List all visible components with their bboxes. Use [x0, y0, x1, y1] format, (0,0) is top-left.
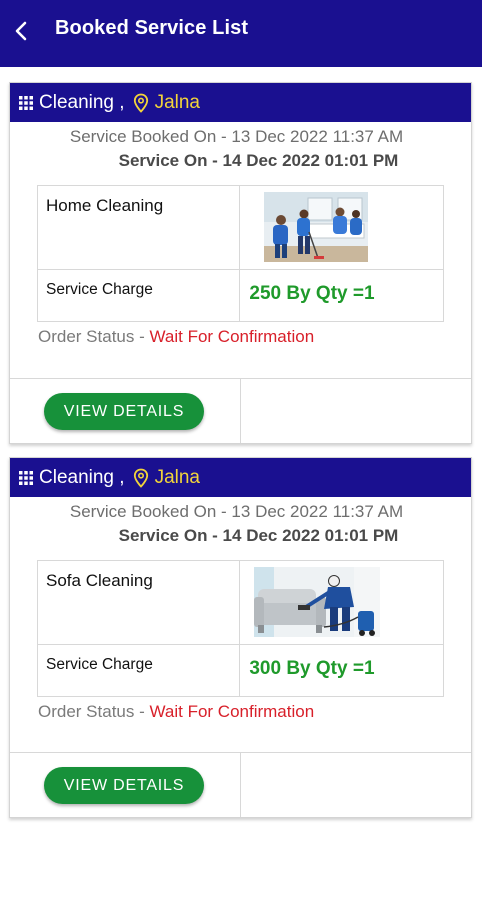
card-footer: VIEW DETAILS	[10, 378, 471, 443]
location-pin-icon	[133, 93, 149, 113]
card-footer: VIEW DETAILS	[10, 752, 471, 817]
service-city: Jalna	[154, 466, 200, 488]
service-category: Cleaning ,	[39, 466, 125, 488]
service-city: Jalna	[154, 91, 200, 113]
order-status-label: Order Status -	[38, 702, 150, 721]
service-name: Sofa Cleaning	[36, 560, 241, 645]
service-name: Home Cleaning	[36, 185, 241, 270]
service-on-text: Service On - 14 Dec 2022 01:01 PM	[118, 151, 399, 170]
booked-on-text: Service Booked On - 13 Dec 2022 11:37 AM	[69, 502, 404, 521]
view-details-button[interactable]: VIEW DETAILS	[44, 767, 204, 804]
service-image-cell	[239, 560, 444, 645]
service-on-text: Service On - 14 Dec 2022 01:01 PM	[118, 526, 399, 545]
card-footer-left: VIEW DETAILS	[10, 379, 241, 443]
order-status-label: Order Status -	[38, 327, 150, 346]
view-details-button[interactable]: VIEW DETAILS	[44, 393, 204, 430]
card-header: Cleaning , Jalna	[10, 458, 471, 497]
service-charge-label: Service Charge	[36, 644, 241, 697]
grid-icon	[18, 470, 34, 486]
booked-on-text: Service Booked On - 13 Dec 2022 11:37 AM	[69, 127, 404, 146]
booking-card: Cleaning , Jalna Service Booked On - 13 …	[9, 82, 472, 444]
service-info-table: Sofa Cleaning Service Charge 300 By Qty …	[36, 560, 444, 697]
order-status: Order Status - Wait For Confirmation	[38, 702, 471, 724]
booking-card: Cleaning , Jalna Service Booked On - 13 …	[9, 457, 472, 818]
order-status-value: Wait For Confirmation	[149, 327, 315, 346]
card-footer-left: VIEW DETAILS	[10, 753, 241, 817]
order-status-value: Wait For Confirmation	[149, 702, 315, 721]
service-info-table: Home Cleaning Service Charge 250 By Qty …	[36, 185, 444, 322]
home-cleaning-image	[264, 192, 369, 262]
service-image-cell	[239, 185, 444, 270]
grid-icon	[18, 95, 34, 111]
service-charge-value: 250 By Qty =1	[239, 269, 444, 322]
location-pin-icon	[133, 468, 149, 488]
page-title: Booked Service List	[55, 17, 249, 39]
app-bar: Booked Service List	[0, 0, 482, 67]
service-category: Cleaning ,	[39, 91, 125, 113]
service-charge-label: Service Charge	[36, 269, 241, 322]
order-status: Order Status - Wait For Confirmation	[38, 327, 471, 349]
card-header: Cleaning , Jalna	[10, 83, 471, 122]
sofa-cleaning-image	[254, 567, 381, 637]
back-arrow-icon[interactable]	[6, 16, 36, 46]
service-charge-value: 300 By Qty =1	[239, 644, 444, 697]
